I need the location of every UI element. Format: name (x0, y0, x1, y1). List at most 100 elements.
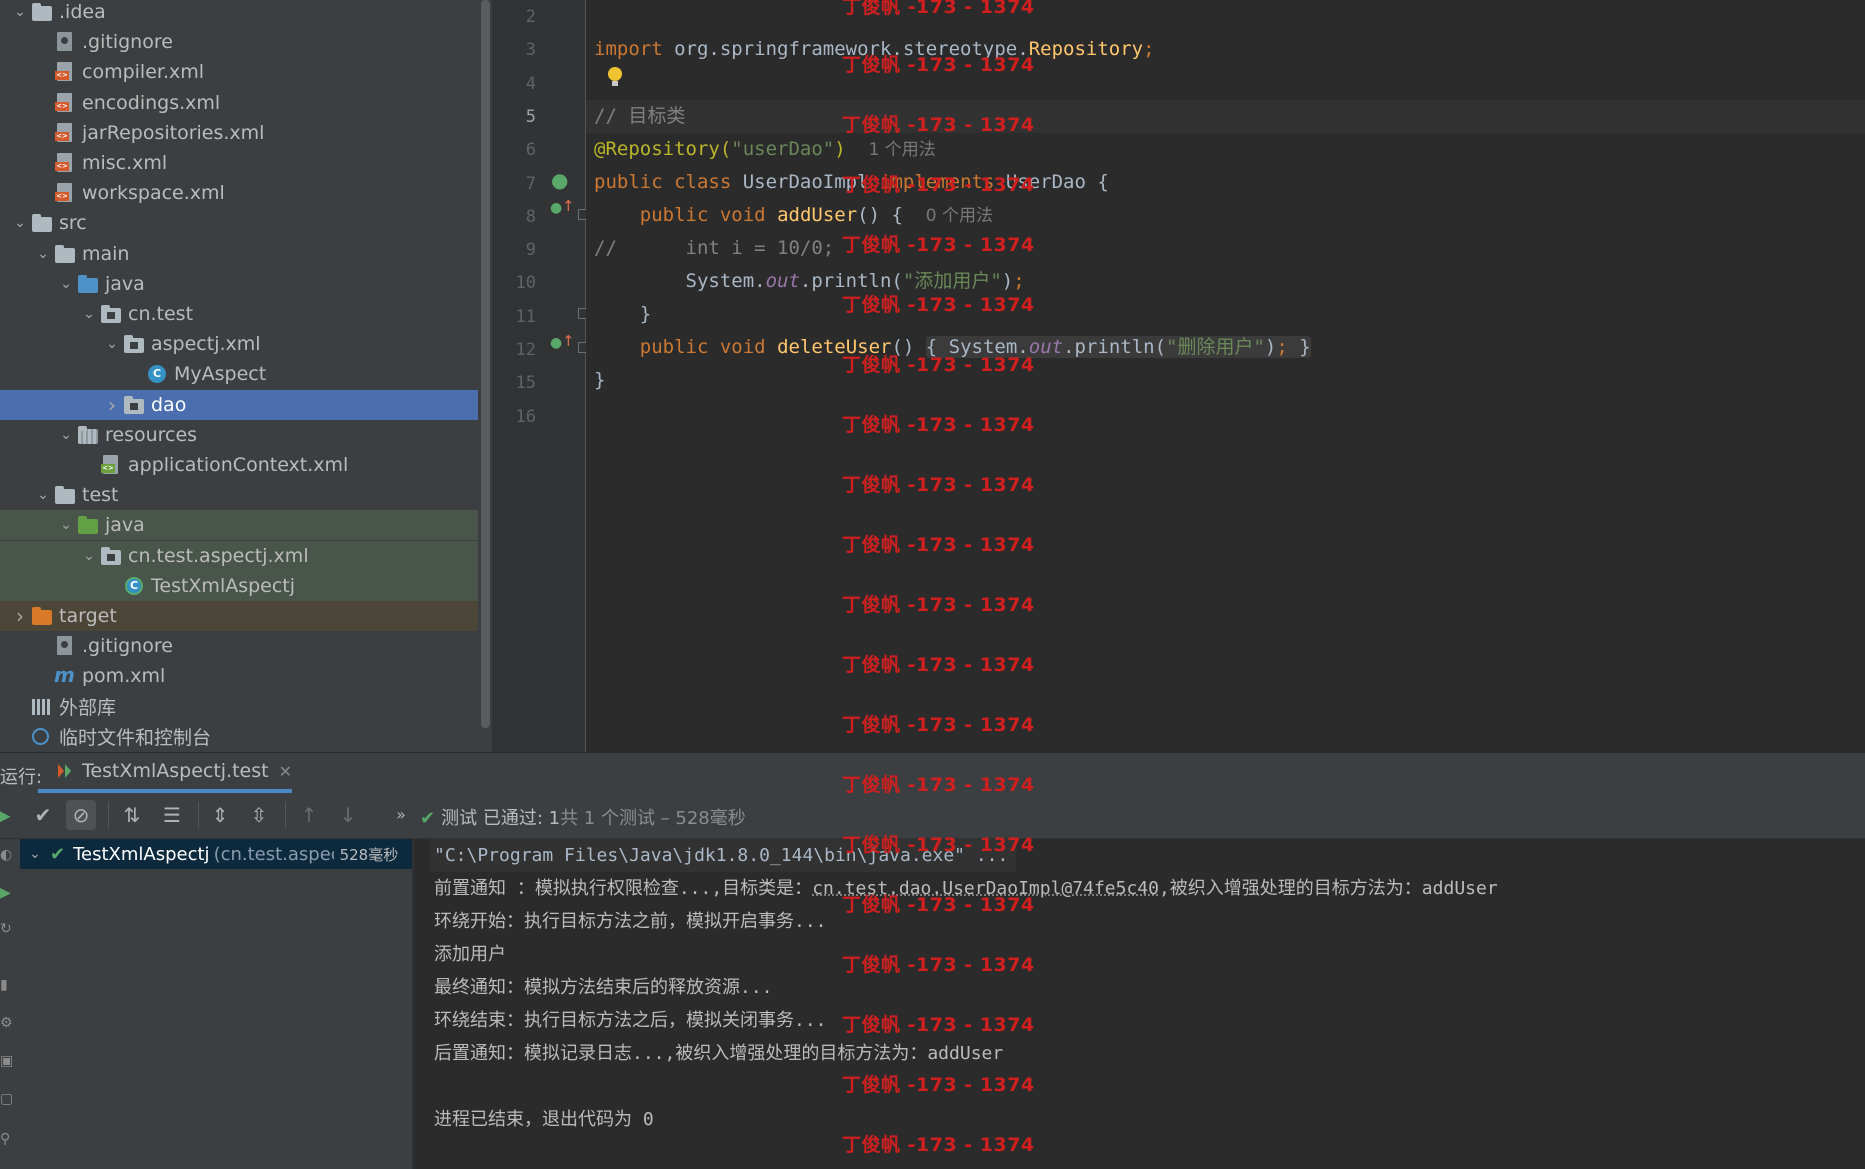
object-link[interactable]: cn.test.dao.UserDaoImpl@74fe5c40 (812, 878, 1159, 899)
tree-item[interactable]: <> applicationContext.xml (0, 450, 478, 480)
tree-item[interactable]: ⌄ resources (0, 420, 478, 450)
tree-item[interactable]: .gitignore (0, 631, 478, 661)
tree-item-label: 外部库 (59, 697, 117, 720)
tree-item[interactable]: ⌄ main (0, 239, 478, 269)
chevron-down-icon[interactable]: ⌄ (78, 548, 100, 564)
code-editor[interactable]: import org.springframework.stereotype.Re… (586, 0, 1865, 752)
chevron-down-icon[interactable]: ⌄ (55, 517, 77, 533)
chevron-down-icon[interactable]: ⌄ (9, 4, 31, 20)
tree-item[interactable]: C MyAspect (0, 359, 478, 389)
chevron-down-icon[interactable]: ⌄ (32, 246, 54, 262)
usages-inlay-hint[interactable]: 0 个用法 (926, 206, 993, 226)
implementing-method-icon[interactable]: ● (550, 335, 562, 351)
more-actions-icon[interactable]: » (386, 800, 416, 830)
tree-item[interactable]: ⌄ aspectj.xml (0, 329, 478, 359)
tree-item[interactable]: ⌄ src (0, 208, 478, 238)
sort-duration-icon[interactable]: ☰ (157, 800, 187, 830)
toolbar-separator (108, 802, 109, 828)
tree-item-label: .idea (59, 1, 106, 23)
show-ignored-icon[interactable]: ⊘ (66, 800, 96, 830)
usages-inlay-hint[interactable]: 1 个用法 (869, 140, 936, 160)
expand-all-icon[interactable]: ⇕ (205, 800, 235, 830)
stop-icon[interactable]: ◐ (0, 847, 14, 863)
chevron-right-icon[interactable]: › (101, 393, 123, 417)
code-line-8: public void addUser() { 0 个用法 (639, 204, 994, 226)
tree-item[interactable]: <> workspace.xml (0, 178, 478, 208)
tree-item[interactable]: <> jarRepositories.xml (0, 118, 478, 148)
tab-run-config[interactable]: TestXmlAspectj.test ✕ (38, 753, 292, 793)
chevron-down-icon[interactable]: ⌄ (20, 846, 50, 862)
import-icon[interactable]: ▣ (0, 1053, 14, 1069)
export-icon[interactable]: ▢ (0, 1091, 14, 1107)
line-number: 12 (515, 340, 536, 360)
tree-item-label: target (59, 605, 117, 627)
chevron-right-icon[interactable]: › (9, 604, 31, 628)
test-result-row[interactable]: ⌄ ✔ TestXmlAspectj (cn.test.aspectj 528毫… (20, 839, 412, 869)
tree-item[interactable]: ⌄ test (0, 480, 478, 510)
tree-item[interactable]: › dao (0, 389, 478, 420)
check-icon: ✔ (420, 808, 436, 829)
tree-item[interactable]: ⌄ .idea (0, 0, 478, 27)
tree-item[interactable]: 临时文件和控制台 (0, 722, 478, 752)
tree-item[interactable]: ⌄ cn.test (0, 299, 478, 329)
console-line: 后置通知：模拟记录日志...,被织入增强处理的目标方法为：addUser (434, 1043, 1004, 1064)
tree-item[interactable]: ⌄ java (0, 510, 478, 541)
current-line-highlight (586, 100, 1865, 133)
scrollbar-thumb[interactable] (481, 0, 490, 728)
line-number: 9 (525, 240, 536, 261)
console-command-line[interactable]: "C:\Program Files\Java\jdk1.8.0_144\bin\… (430, 839, 1017, 872)
pin-icon[interactable]: ▮ (0, 977, 14, 993)
spring-bean-icon[interactable]: ● (551, 168, 568, 192)
chevron-down-icon[interactable]: ⌄ (9, 215, 31, 231)
tree-item[interactable]: <> compiler.xml (0, 57, 478, 87)
show-passed-icon[interactable]: ✔ (28, 800, 58, 830)
line-number: 6 (525, 140, 536, 161)
project-tree-scrollbar[interactable] (478, 0, 492, 752)
folded-region[interactable]: { System.out.println("删除用户"); } (925, 336, 1311, 358)
tree-item-label: resources (105, 423, 198, 446)
chevron-down-icon[interactable]: ⌄ (78, 306, 100, 322)
settings-icon[interactable]: ⚙ (0, 1015, 14, 1031)
tree-item[interactable]: .gitignore (0, 27, 478, 57)
console-line: 进程已结束，退出代码为 0 (434, 1109, 654, 1130)
rerun-icon[interactable]: ▶ (0, 800, 18, 830)
next-failed-icon[interactable]: ↓ (333, 800, 363, 830)
lightbulb-icon[interactable] (606, 66, 624, 90)
implementing-method-icon[interactable]: ● (550, 200, 562, 216)
tree-item[interactable]: ⌄ cn.test.aspectj.xml (0, 540, 478, 571)
previous-failed-icon[interactable]: ↑ (294, 800, 324, 830)
tree-item[interactable]: m pom.xml (0, 661, 478, 691)
toolbar-separator (285, 802, 286, 828)
tree-item-label: src (59, 212, 87, 235)
tree-item[interactable]: 外部库 (0, 692, 478, 722)
run-label: 运行: (0, 767, 43, 788)
tree-item[interactable]: ⌄ java (0, 269, 478, 299)
rerun-failed-icon[interactable]: ▶ (0, 885, 14, 901)
tree-item-label: applicationContext.xml (128, 454, 349, 476)
sort-alpha-icon[interactable]: ⇅ (117, 800, 147, 830)
tree-item[interactable]: C TestXmlAspectj (0, 570, 478, 601)
line-number: 5 (525, 106, 536, 127)
code-line-10: System.out.println("添加用户"); (685, 270, 1025, 292)
tree-item-label: pom.xml (82, 665, 166, 688)
override-arrow-icon[interactable]: ↑ (562, 332, 575, 350)
tree-item[interactable]: <> misc.xml (0, 148, 478, 178)
history-icon[interactable]: ⚲ (0, 1131, 14, 1147)
tree-item-label: MyAspect (174, 363, 267, 386)
class-icon: C (146, 364, 168, 384)
chevron-down-icon[interactable]: ⌄ (101, 336, 123, 352)
console-output[interactable]: "C:\Program Files\Java\jdk1.8.0_144\bin\… (414, 839, 1865, 1169)
tree-item[interactable]: <> encodings.xml (0, 88, 478, 118)
chevron-down-icon[interactable]: ⌄ (32, 487, 54, 503)
chevron-down-icon[interactable]: ⌄ (55, 276, 77, 292)
toggle-auto-test-icon[interactable]: ↻ (0, 921, 14, 937)
tree-item-label: .gitignore (82, 31, 173, 54)
override-arrow-icon[interactable]: ↑ (562, 197, 575, 215)
xml-file-icon: <> (54, 62, 76, 82)
close-icon[interactable]: ✕ (279, 762, 292, 781)
line-number: 10 (515, 273, 536, 294)
collapse-all-icon[interactable]: ⇳ (244, 800, 274, 830)
chevron-down-icon[interactable]: ⌄ (55, 427, 77, 443)
gitignore-file-icon (54, 636, 76, 656)
tree-item[interactable]: › target (0, 601, 478, 631)
